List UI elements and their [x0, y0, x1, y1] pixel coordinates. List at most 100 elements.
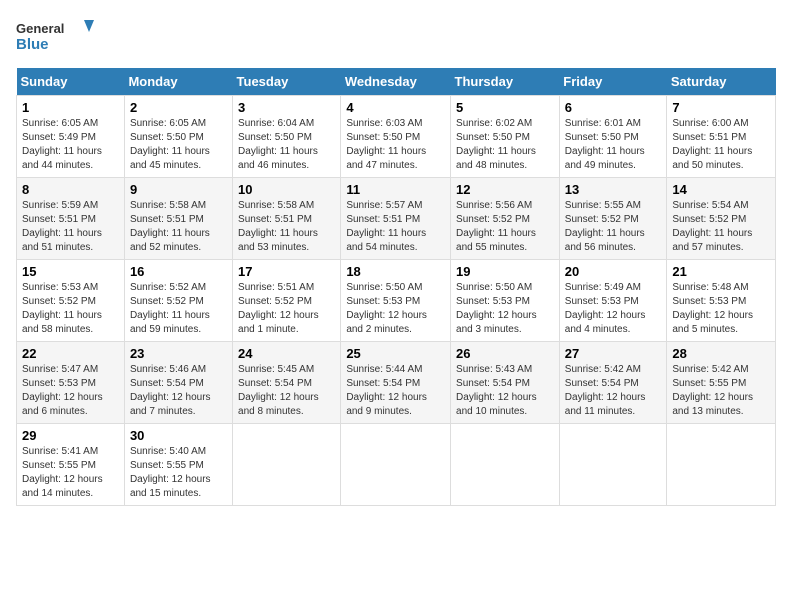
calendar-cell: 21 Sunrise: 5:48 AM Sunset: 5:53 PM Dayl… — [667, 260, 776, 342]
calendar-cell: 7 Sunrise: 6:00 AM Sunset: 5:51 PM Dayli… — [667, 96, 776, 178]
day-header-monday: Monday — [124, 68, 232, 96]
day-number: 25 — [346, 346, 445, 361]
svg-text:General: General — [16, 21, 64, 36]
calendar-cell: 20 Sunrise: 5:49 AM Sunset: 5:53 PM Dayl… — [559, 260, 667, 342]
calendar-cell: 24 Sunrise: 5:45 AM Sunset: 5:54 PM Dayl… — [233, 342, 341, 424]
calendar-cell: 5 Sunrise: 6:02 AM Sunset: 5:50 PM Dayli… — [451, 96, 560, 178]
svg-text:Blue: Blue — [16, 36, 49, 53]
day-info: Sunrise: 5:44 AM Sunset: 5:54 PM Dayligh… — [346, 363, 445, 419]
logo: General Blue — [16, 16, 96, 56]
day-info: Sunrise: 5:48 AM Sunset: 5:53 PM Dayligh… — [672, 281, 770, 337]
day-number: 9 — [130, 182, 227, 197]
calendar-cell: 2 Sunrise: 6:05 AM Sunset: 5:50 PM Dayli… — [124, 96, 232, 178]
day-number: 16 — [130, 264, 227, 279]
day-info: Sunrise: 6:00 AM Sunset: 5:51 PM Dayligh… — [672, 117, 770, 173]
day-number: 11 — [346, 182, 445, 197]
day-number: 4 — [346, 100, 445, 115]
calendar-cell: 22 Sunrise: 5:47 AM Sunset: 5:53 PM Dayl… — [17, 342, 125, 424]
day-number: 7 — [672, 100, 770, 115]
calendar-cell: 16 Sunrise: 5:52 AM Sunset: 5:52 PM Dayl… — [124, 260, 232, 342]
calendar-cell: 1 Sunrise: 6:05 AM Sunset: 5:49 PM Dayli… — [17, 96, 125, 178]
day-info: Sunrise: 5:47 AM Sunset: 5:53 PM Dayligh… — [22, 363, 119, 419]
day-info: Sunrise: 5:49 AM Sunset: 5:53 PM Dayligh… — [565, 281, 662, 337]
calendar-cell: 19 Sunrise: 5:50 AM Sunset: 5:53 PM Dayl… — [451, 260, 560, 342]
day-info: Sunrise: 5:56 AM Sunset: 5:52 PM Dayligh… — [456, 199, 554, 255]
day-header-friday: Friday — [559, 68, 667, 96]
day-number: 26 — [456, 346, 554, 361]
day-info: Sunrise: 5:45 AM Sunset: 5:54 PM Dayligh… — [238, 363, 335, 419]
week-row-1: 1 Sunrise: 6:05 AM Sunset: 5:49 PM Dayli… — [17, 96, 776, 178]
calendar-cell: 27 Sunrise: 5:42 AM Sunset: 5:54 PM Dayl… — [559, 342, 667, 424]
day-number: 14 — [672, 182, 770, 197]
day-info: Sunrise: 5:50 AM Sunset: 5:53 PM Dayligh… — [456, 281, 554, 337]
day-number: 27 — [565, 346, 662, 361]
day-header-sunday: Sunday — [17, 68, 125, 96]
day-number: 22 — [22, 346, 119, 361]
day-number: 6 — [565, 100, 662, 115]
day-info: Sunrise: 5:46 AM Sunset: 5:54 PM Dayligh… — [130, 363, 227, 419]
day-info: Sunrise: 6:03 AM Sunset: 5:50 PM Dayligh… — [346, 117, 445, 173]
calendar-cell: 25 Sunrise: 5:44 AM Sunset: 5:54 PM Dayl… — [341, 342, 451, 424]
week-row-2: 8 Sunrise: 5:59 AM Sunset: 5:51 PM Dayli… — [17, 178, 776, 260]
day-info: Sunrise: 6:01 AM Sunset: 5:50 PM Dayligh… — [565, 117, 662, 173]
calendar-cell: 30 Sunrise: 5:40 AM Sunset: 5:55 PM Dayl… — [124, 424, 232, 506]
calendar-cell: 10 Sunrise: 5:58 AM Sunset: 5:51 PM Dayl… — [233, 178, 341, 260]
day-number: 20 — [565, 264, 662, 279]
logo-svg: General Blue — [16, 16, 96, 56]
day-info: Sunrise: 6:05 AM Sunset: 5:49 PM Dayligh… — [22, 117, 119, 173]
day-info: Sunrise: 6:02 AM Sunset: 5:50 PM Dayligh… — [456, 117, 554, 173]
day-number: 10 — [238, 182, 335, 197]
calendar-cell: 6 Sunrise: 6:01 AM Sunset: 5:50 PM Dayli… — [559, 96, 667, 178]
calendar-cell: 15 Sunrise: 5:53 AM Sunset: 5:52 PM Dayl… — [17, 260, 125, 342]
day-info: Sunrise: 5:58 AM Sunset: 5:51 PM Dayligh… — [238, 199, 335, 255]
calendar-cell — [451, 424, 560, 506]
calendar-cell: 9 Sunrise: 5:58 AM Sunset: 5:51 PM Dayli… — [124, 178, 232, 260]
day-info: Sunrise: 5:58 AM Sunset: 5:51 PM Dayligh… — [130, 199, 227, 255]
day-number: 24 — [238, 346, 335, 361]
calendar-cell: 12 Sunrise: 5:56 AM Sunset: 5:52 PM Dayl… — [451, 178, 560, 260]
day-number: 18 — [346, 264, 445, 279]
day-info: Sunrise: 6:05 AM Sunset: 5:50 PM Dayligh… — [130, 117, 227, 173]
calendar-table: SundayMondayTuesdayWednesdayThursdayFrid… — [16, 68, 776, 506]
day-header-thursday: Thursday — [451, 68, 560, 96]
day-number: 5 — [456, 100, 554, 115]
calendar-cell: 11 Sunrise: 5:57 AM Sunset: 5:51 PM Dayl… — [341, 178, 451, 260]
day-number: 30 — [130, 428, 227, 443]
day-number: 1 — [22, 100, 119, 115]
day-number: 23 — [130, 346, 227, 361]
calendar-cell: 8 Sunrise: 5:59 AM Sunset: 5:51 PM Dayli… — [17, 178, 125, 260]
calendar-cell — [341, 424, 451, 506]
calendar-cell — [559, 424, 667, 506]
day-info: Sunrise: 5:52 AM Sunset: 5:52 PM Dayligh… — [130, 281, 227, 337]
day-info: Sunrise: 5:59 AM Sunset: 5:51 PM Dayligh… — [22, 199, 119, 255]
day-number: 17 — [238, 264, 335, 279]
day-info: Sunrise: 5:53 AM Sunset: 5:52 PM Dayligh… — [22, 281, 119, 337]
calendar-cell: 4 Sunrise: 6:03 AM Sunset: 5:50 PM Dayli… — [341, 96, 451, 178]
calendar-cell: 13 Sunrise: 5:55 AM Sunset: 5:52 PM Dayl… — [559, 178, 667, 260]
day-info: Sunrise: 5:50 AM Sunset: 5:53 PM Dayligh… — [346, 281, 445, 337]
day-info: Sunrise: 5:43 AM Sunset: 5:54 PM Dayligh… — [456, 363, 554, 419]
page-header: General Blue — [16, 16, 776, 56]
calendar-cell: 29 Sunrise: 5:41 AM Sunset: 5:55 PM Dayl… — [17, 424, 125, 506]
header-row: SundayMondayTuesdayWednesdayThursdayFrid… — [17, 68, 776, 96]
calendar-cell — [233, 424, 341, 506]
day-number: 2 — [130, 100, 227, 115]
day-number: 12 — [456, 182, 554, 197]
day-info: Sunrise: 6:04 AM Sunset: 5:50 PM Dayligh… — [238, 117, 335, 173]
calendar-cell: 28 Sunrise: 5:42 AM Sunset: 5:55 PM Dayl… — [667, 342, 776, 424]
day-info: Sunrise: 5:42 AM Sunset: 5:55 PM Dayligh… — [672, 363, 770, 419]
week-row-5: 29 Sunrise: 5:41 AM Sunset: 5:55 PM Dayl… — [17, 424, 776, 506]
day-number: 3 — [238, 100, 335, 115]
calendar-cell — [667, 424, 776, 506]
day-info: Sunrise: 5:40 AM Sunset: 5:55 PM Dayligh… — [130, 445, 227, 501]
week-row-4: 22 Sunrise: 5:47 AM Sunset: 5:53 PM Dayl… — [17, 342, 776, 424]
calendar-cell: 18 Sunrise: 5:50 AM Sunset: 5:53 PM Dayl… — [341, 260, 451, 342]
day-number: 13 — [565, 182, 662, 197]
calendar-cell: 3 Sunrise: 6:04 AM Sunset: 5:50 PM Dayli… — [233, 96, 341, 178]
day-number: 21 — [672, 264, 770, 279]
calendar-cell: 23 Sunrise: 5:46 AM Sunset: 5:54 PM Dayl… — [124, 342, 232, 424]
day-number: 8 — [22, 182, 119, 197]
day-info: Sunrise: 5:42 AM Sunset: 5:54 PM Dayligh… — [565, 363, 662, 419]
calendar-cell: 14 Sunrise: 5:54 AM Sunset: 5:52 PM Dayl… — [667, 178, 776, 260]
day-number: 28 — [672, 346, 770, 361]
